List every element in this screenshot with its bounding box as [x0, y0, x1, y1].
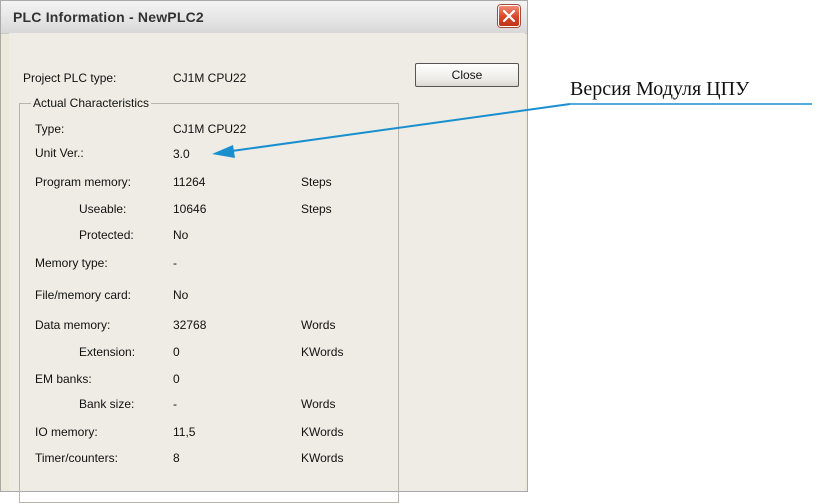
- annotation-pointer-line: [231, 103, 571, 152]
- annotation-arrow: [212, 103, 812, 158]
- arrowhead-icon: [212, 145, 235, 158]
